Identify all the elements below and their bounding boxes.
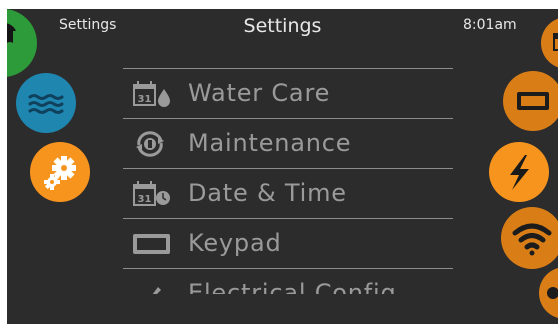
keypad-icon — [517, 92, 549, 110]
electrical-nav-button[interactable] — [489, 142, 549, 202]
menu-item-water-care[interactable]: 31 Water Care — [123, 69, 453, 118]
menu-item-keypad[interactable]: Keypad — [123, 219, 453, 268]
music-nav-button[interactable] — [7, 9, 37, 77]
calendar-clock-icon: 31 — [133, 181, 170, 206]
menu-item-label: Electrical Config — [188, 279, 397, 294]
lightning-icon — [510, 155, 529, 190]
water-waves-icon — [28, 94, 64, 114]
menu-item-label: Water Care — [188, 79, 331, 107]
menu-item-label: Maintenance — [188, 129, 352, 157]
calendar-nav-button[interactable] — [541, 17, 558, 69]
menu-item-maintenance[interactable]: Maintenance — [123, 119, 453, 168]
calendar-day: 31 — [138, 94, 152, 105]
menu-item-date-time[interactable]: 31 Date & Time — [123, 169, 453, 218]
music-note-icon — [7, 23, 17, 52]
settings-menu: 31 Water Care Maintenance 31 Date & Time… — [123, 68, 453, 294]
menu-item-label: Keypad — [188, 229, 282, 257]
screen: Settings Settings 8:01am 31 Water Care M… — [7, 9, 558, 324]
more-nav-button[interactable] — [539, 267, 558, 319]
keypad-icon — [133, 234, 170, 254]
wifi-nav-button[interactable] — [501, 207, 558, 269]
calendar-icon — [553, 33, 558, 51]
gears-icon — [44, 156, 76, 190]
menu-item-electrical-config[interactable]: Electrical Config — [123, 269, 453, 294]
water-nav-button[interactable] — [16, 73, 76, 133]
calendar-drop-icon: 31 — [133, 81, 170, 107]
maintenance-icon — [136, 131, 164, 157]
keypad-nav-button[interactable] — [503, 71, 558, 131]
menu-item-label: Date & Time — [188, 179, 347, 207]
settings-icon — [547, 287, 558, 299]
calendar-day: 31 — [138, 194, 152, 205]
settings-nav-button[interactable] — [30, 142, 90, 202]
clock-time: 8:01am — [463, 17, 517, 33]
wifi-icon — [512, 223, 552, 256]
pen-icon — [152, 287, 161, 294]
